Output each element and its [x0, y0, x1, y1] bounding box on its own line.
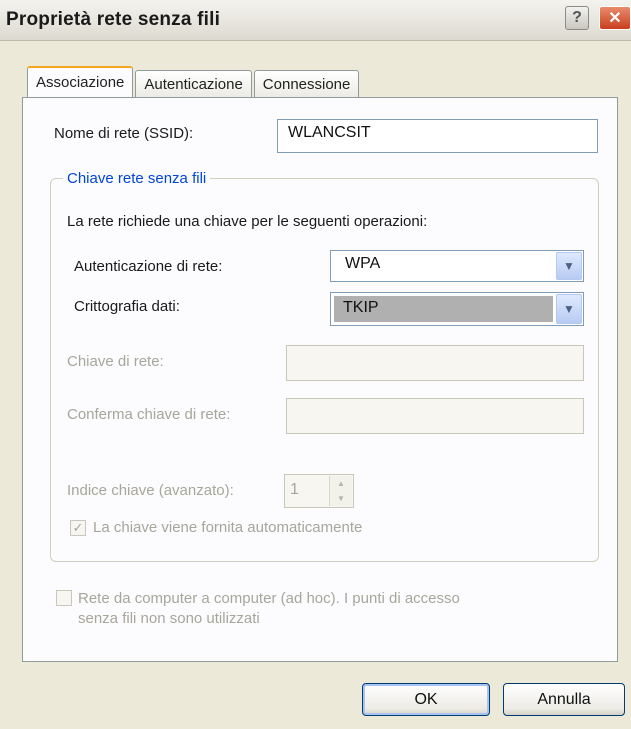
- encryption-value: TKIP: [343, 299, 379, 316]
- network-key-label: Chiave di rete:: [67, 353, 164, 370]
- close-button[interactable]: ✕: [599, 6, 631, 30]
- spin-down-icon[interactable]: ▼: [330, 491, 352, 506]
- chevron-down-icon[interactable]: ▼: [556, 252, 582, 280]
- tab-connessione[interactable]: Connessione: [253, 70, 360, 97]
- confirm-key-input[interactable]: [286, 398, 584, 434]
- title-bar: Proprietà rete senza fili ? ✕: [0, 0, 631, 41]
- adhoc-label-line2: senza fili non sono utilizzati: [78, 610, 260, 627]
- chevron-down-icon[interactable]: ▼: [556, 294, 582, 324]
- tab-associazione[interactable]: Associazione: [27, 66, 134, 97]
- help-button[interactable]: ?: [565, 6, 589, 30]
- adhoc-label-line1: Rete da computer a computer (ad hoc). I …: [78, 590, 460, 607]
- wireless-key-legend: Chiave rete senza fili: [63, 170, 211, 187]
- help-icon: ?: [572, 9, 582, 26]
- ok-button[interactable]: OK: [362, 683, 490, 716]
- ssid-input[interactable]: WLANCSIT: [277, 119, 598, 153]
- tab-autenticazione[interactable]: Autenticazione: [135, 70, 252, 97]
- encryption-select[interactable]: TKIP ▼: [330, 292, 584, 326]
- auto-key-checkbox[interactable]: ✓: [70, 520, 86, 536]
- checkmark-icon: ✓: [72, 520, 84, 535]
- adhoc-checkbox[interactable]: [56, 590, 72, 606]
- key-index-spinner[interactable]: 1 ▲ ▼: [284, 474, 354, 508]
- spinner-buttons: ▲ ▼: [329, 476, 352, 506]
- close-icon: ✕: [608, 10, 622, 27]
- key-description: La rete richiede una chiave per le segue…: [67, 213, 428, 230]
- key-index-value: 1: [290, 481, 299, 498]
- cancel-button[interactable]: Annulla: [503, 683, 625, 716]
- tab-strip: Associazione Autenticazione Connessione: [27, 66, 361, 97]
- spin-up-icon[interactable]: ▲: [330, 476, 352, 491]
- window-title: Proprietà rete senza fili: [6, 9, 221, 30]
- confirm-key-label: Conferma chiave di rete:: [67, 406, 231, 423]
- network-auth-label: Autenticazione di rete:: [74, 258, 223, 275]
- network-auth-value: WPA: [345, 255, 381, 272]
- network-key-input[interactable]: [286, 345, 584, 381]
- encryption-label: Crittografia dati:: [74, 298, 180, 315]
- ssid-label: Nome di rete (SSID):: [54, 125, 194, 142]
- network-auth-select[interactable]: WPA ▼: [330, 250, 584, 282]
- key-index-label: Indice chiave (avanzato):: [67, 482, 234, 499]
- auto-key-label: La chiave viene fornita automaticamente: [93, 519, 363, 536]
